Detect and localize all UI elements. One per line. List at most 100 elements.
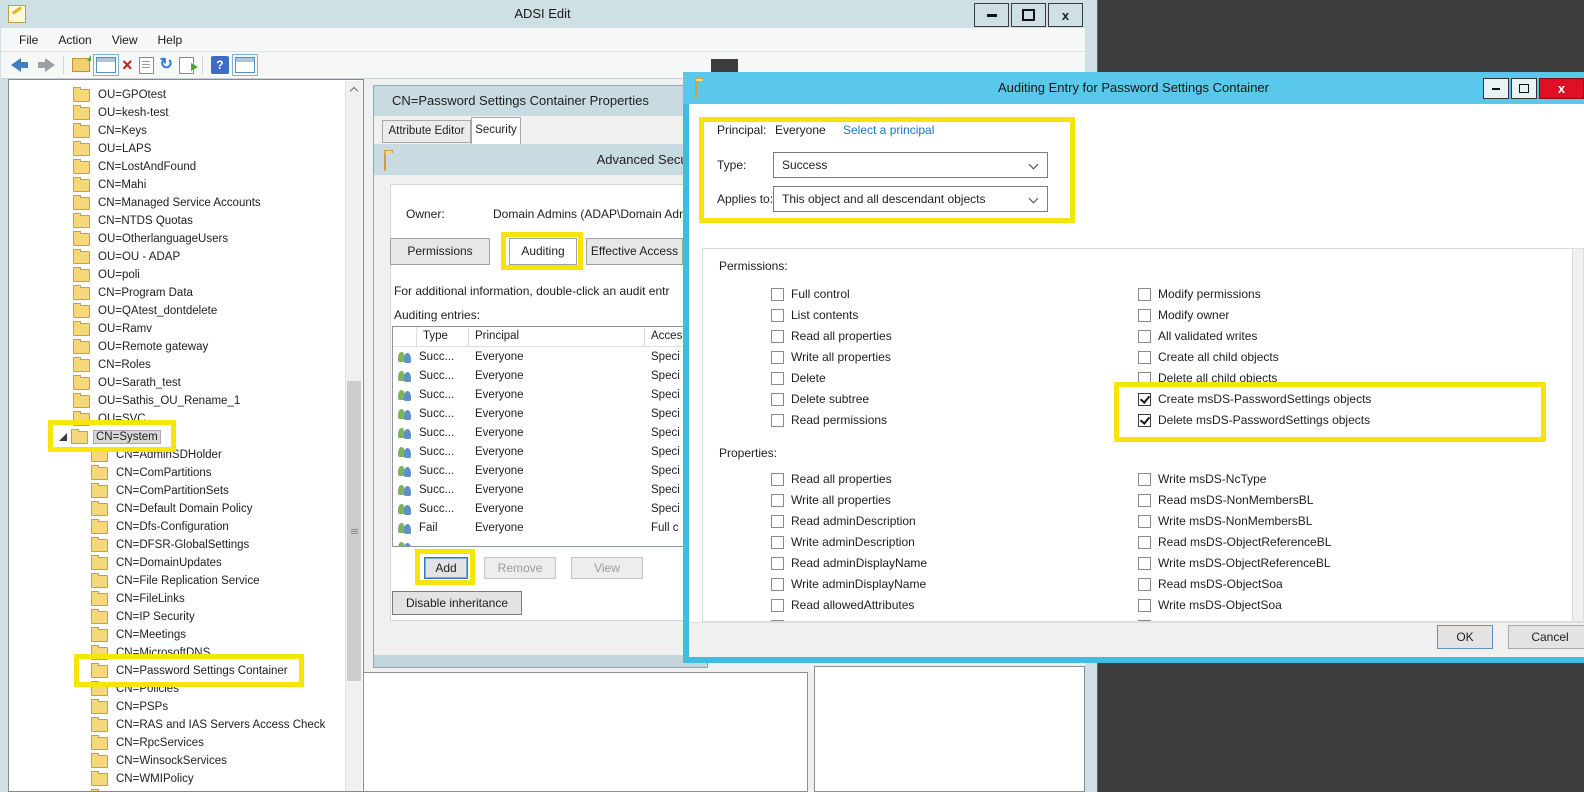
show-console-tree-icon[interactable] [93,54,119,76]
tree-item[interactable]: CN=FileLinks [9,590,349,608]
checkbox[interactable] [1138,308,1151,322]
menu-action[interactable]: Action [48,30,101,50]
applies-to-dropdown[interactable]: This object and all descendant objects [773,186,1048,212]
tree-item[interactable]: CN=DomainUpdates [9,554,349,572]
add-button[interactable]: Add [424,557,468,579]
type-dropdown[interactable]: Success [773,152,1048,178]
checkbox[interactable] [1138,535,1151,549]
expander-icon[interactable] [59,433,67,441]
principal-column-header[interactable]: Principal [469,327,645,346]
audit-entry-row[interactable] [393,537,691,546]
checkbox[interactable] [771,514,784,528]
checkbox[interactable] [1138,556,1151,570]
scrollbar-thumb[interactable] [347,381,361,681]
audit-entry-row[interactable]: Succ... Everyone Speci [393,423,691,442]
table-header[interactable]: Type Principal Acces [393,327,691,347]
tree-item[interactable]: CN=ComPartitions [9,464,349,482]
tree-item[interactable]: OU=LAPS [9,140,349,158]
tree-item[interactable]: CN=WMIPolicy [9,770,349,788]
audit-entry-row[interactable]: Succ... Everyone Speci [393,461,691,480]
checkbox[interactable] [1138,577,1151,591]
checkbox[interactable] [771,535,784,549]
menu-file[interactable]: File [9,30,48,50]
advanced-security-titlebar[interactable]: Advanced Security [374,144,707,175]
tab-security[interactable]: Security [471,117,521,144]
tree-item[interactable]: CN=WinsockServices [9,752,349,770]
back-icon[interactable] [11,58,30,72]
maximize-button[interactable] [1511,78,1537,99]
delete-icon[interactable]: × [122,56,133,74]
dialog-titlebar[interactable]: Auditing Entry for Password Settings Con… [683,72,1584,104]
tree-item[interactable]: OU=Sathis_OU_Rename_1 [9,392,349,410]
minimize-button[interactable] [1483,78,1509,99]
checkbox[interactable] [771,577,784,591]
audit-entry-row[interactable]: Succ... Everyone Speci [393,347,691,366]
checkbox[interactable] [1138,472,1151,486]
tree-item[interactable]: CN=Keys [9,122,349,140]
tree-item[interactable]: CN=NTDS Quotas [9,212,349,230]
title-bar[interactable]: ADSI Edit [0,0,1097,28]
tree-item[interactable]: OU=Remote gateway [9,338,349,356]
checkbox[interactable] [1138,514,1151,528]
tree-item[interactable]: CN=PSPs [9,698,349,716]
export-list-icon[interactable] [178,56,198,74]
tree-item[interactable]: OU=Sarath_test [9,374,349,392]
maximize-button[interactable] [1011,3,1046,27]
checkbox[interactable] [771,598,784,612]
tree-item[interactable]: OU=kesh-test [9,104,349,122]
type-column-header[interactable]: Type [417,327,469,346]
tab-effective-access[interactable]: Effective Access [586,238,683,265]
tree-item[interactable]: OU=OU - ADAP [9,248,349,266]
tree-item[interactable]: OU=OtherlanguageUsers [9,230,349,248]
tree-item[interactable]: CN=Password Settings Container [9,662,349,680]
audit-entry-row[interactable]: Fail Everyone Full c [393,518,691,537]
minimize-button[interactable] [974,3,1009,27]
checkbox[interactable] [771,556,784,570]
audit-entry-row[interactable]: Succ... Everyone Speci [393,442,691,461]
tree-item[interactable]: CN=IP Security [9,608,349,626]
tree-item[interactable]: CN=Program Data [9,284,349,302]
tree-item[interactable]: CN=System [9,428,349,446]
tree-item[interactable]: CN=Mahi [9,176,349,194]
tree-item[interactable]: CN=Managed Service Accounts [9,194,349,212]
checkbox[interactable] [771,371,784,385]
tree-item[interactable]: OU=poli [9,266,349,284]
menu-help[interactable]: Help [148,30,193,50]
tab-attribute-editor[interactable]: Attribute Editor [382,120,471,143]
audit-entry-row[interactable]: Succ... Everyone Speci [393,385,691,404]
tree-item[interactable]: CN=LostAndFound [9,158,349,176]
forward-icon[interactable] [36,58,55,72]
checkbox[interactable] [1138,287,1151,301]
disable-inheritance-button[interactable]: Disable inheritance [392,591,522,615]
refresh-icon[interactable]: ↻ [160,57,173,73]
show-panel-icon[interactable] [231,54,258,76]
tree-item[interactable]: CN=Default Domain Policy [9,500,349,518]
checkbox[interactable] [771,472,784,486]
tab-permissions[interactable]: Permissions [390,238,490,265]
checkbox[interactable] [1138,350,1151,364]
tree-item[interactable]: CN=Policies [9,680,349,698]
cancel-button[interactable]: Cancel [1508,625,1584,649]
tree-item[interactable]: CN=File Replication Service [9,572,349,590]
checkbox[interactable] [771,350,784,364]
icon-column-header[interactable] [393,327,417,346]
checkbox[interactable] [771,329,784,343]
tree-item[interactable]: CN=Roles [9,356,349,374]
checkbox[interactable] [771,392,784,406]
close-button[interactable] [1539,78,1584,99]
remove-button[interactable]: Remove [484,557,556,579]
view-button[interactable]: View [571,557,643,579]
checkbox[interactable] [1138,413,1151,427]
tree-item[interactable]: CN=DFSR-GlobalSettings [9,536,349,554]
checkbox[interactable] [1138,392,1151,406]
auditing-entries-table[interactable]: Type Principal Acces Succ... Everyone Sp… [392,326,692,547]
panel-scrollbar[interactable] [1572,249,1583,621]
tree-item[interactable]: CN=AdminSDHolder [9,446,349,464]
checkbox[interactable] [1138,371,1151,385]
checkbox[interactable] [1138,598,1151,612]
tree-item[interactable]: CN=Meetings [9,626,349,644]
audit-entry-row[interactable]: Succ... Everyone Speci [393,499,691,518]
checkbox[interactable] [1138,329,1151,343]
dialog-title[interactable]: CN=Password Settings Container Propertie… [374,86,707,116]
checkbox[interactable] [1138,493,1151,507]
